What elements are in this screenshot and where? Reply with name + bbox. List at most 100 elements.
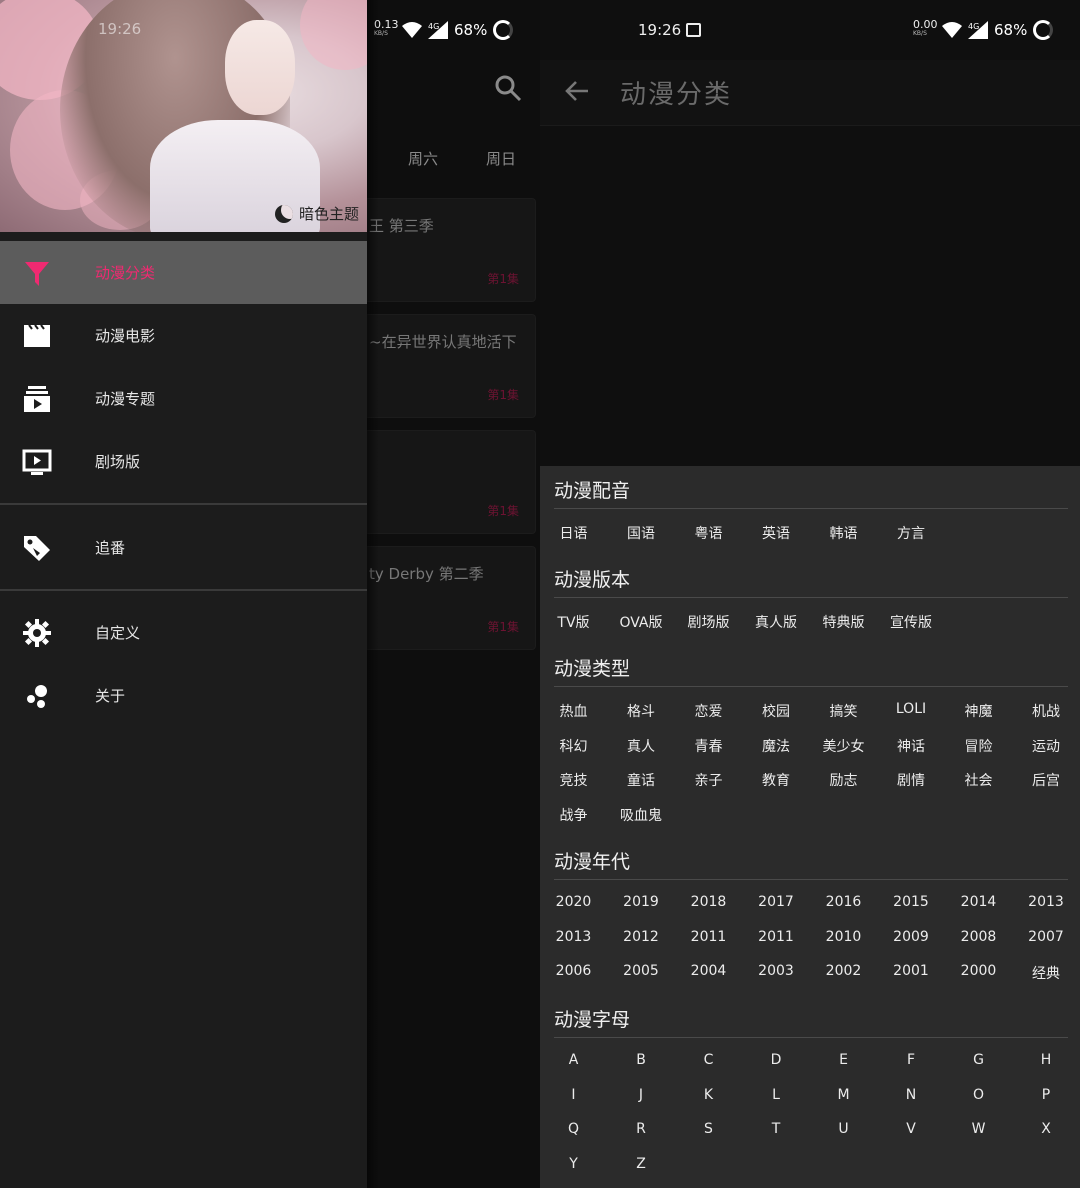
filter-option[interactable]: U <box>810 1121 877 1137</box>
filter-option[interactable]: 恋爱 <box>675 701 742 721</box>
filter-option[interactable]: 机战 <box>1013 701 1080 721</box>
filter-option[interactable]: 社会 <box>945 770 1012 790</box>
filter-option[interactable]: 真人 <box>608 736 675 756</box>
filter-option[interactable]: 热血 <box>540 701 607 721</box>
menu-item-custom[interactable]: 自定义 <box>0 601 367 664</box>
filter-option[interactable]: 青春 <box>675 736 742 756</box>
filter-option[interactable]: 经典 <box>1013 963 1080 983</box>
filter-option[interactable]: 国语 <box>608 523 675 543</box>
filter-option[interactable]: 运动 <box>1013 736 1080 756</box>
filter-option[interactable]: TV版 <box>540 612 607 632</box>
filter-option[interactable]: 2013 <box>540 929 607 945</box>
filter-option[interactable]: 2000 <box>945 963 1012 979</box>
filter-option[interactable]: 2017 <box>743 894 810 910</box>
anime-card[interactable]: 第1集 <box>352 430 536 534</box>
anime-card[interactable]: ~在异世界认真地活下 第1集 <box>352 314 536 418</box>
filter-option[interactable]: 2001 <box>878 963 945 979</box>
filter-option[interactable]: 宣传版 <box>878 612 945 632</box>
filter-option[interactable]: 剧情 <box>878 770 945 790</box>
filter-option[interactable]: C <box>675 1052 742 1068</box>
filter-option[interactable]: Z <box>608 1156 675 1172</box>
filter-option[interactable]: H <box>1013 1052 1080 1068</box>
filter-option[interactable]: 2005 <box>608 963 675 979</box>
filter-option[interactable]: 2008 <box>945 929 1012 945</box>
filter-option[interactable]: 2015 <box>878 894 945 910</box>
filter-option[interactable]: 2011 <box>675 929 742 945</box>
filter-option[interactable]: E <box>810 1052 877 1068</box>
filter-option[interactable]: W <box>945 1121 1012 1137</box>
filter-option[interactable]: 韩语 <box>810 523 877 543</box>
filter-option[interactable]: 教育 <box>743 770 810 790</box>
filter-option[interactable]: V <box>878 1121 945 1137</box>
filter-option[interactable]: 格斗 <box>608 701 675 721</box>
anime-card[interactable]: 王 第三季 第1集 <box>352 198 536 302</box>
filter-option[interactable]: 2009 <box>878 929 945 945</box>
filter-option[interactable]: P <box>1013 1087 1080 1103</box>
filter-option[interactable]: 亲子 <box>675 770 742 790</box>
filter-option[interactable]: N <box>878 1087 945 1103</box>
filter-option[interactable]: 2014 <box>945 894 1012 910</box>
filter-option[interactable]: 2011 <box>743 929 810 945</box>
filter-option[interactable]: 神魔 <box>945 701 1012 721</box>
menu-item-theatrical[interactable]: 剧场版 <box>0 430 367 493</box>
filter-option[interactable]: 吸血鬼 <box>608 805 675 825</box>
filter-option[interactable]: K <box>675 1087 742 1103</box>
filter-option[interactable]: 真人版 <box>743 612 810 632</box>
filter-option[interactable]: 特典版 <box>810 612 877 632</box>
filter-option[interactable]: 科幻 <box>540 736 607 756</box>
search-icon[interactable] <box>494 74 522 102</box>
filter-option[interactable]: 英语 <box>743 523 810 543</box>
filter-option[interactable]: LOLI <box>878 701 945 717</box>
dark-theme-toggle[interactable]: 暗色主题 <box>274 203 359 224</box>
filter-option[interactable]: Q <box>540 1121 607 1137</box>
filter-option[interactable]: G <box>945 1052 1012 1068</box>
filter-option[interactable]: R <box>608 1121 675 1137</box>
filter-option[interactable]: 后宫 <box>1013 770 1080 790</box>
filter-option[interactable]: 2012 <box>608 929 675 945</box>
filter-option[interactable]: J <box>608 1087 675 1103</box>
filter-option[interactable]: F <box>878 1052 945 1068</box>
menu-item-anime-topic[interactable]: 动漫专题 <box>0 367 367 430</box>
filter-option[interactable]: T <box>743 1121 810 1137</box>
filter-option[interactable]: D <box>743 1052 810 1068</box>
filter-option[interactable]: 2010 <box>810 929 877 945</box>
filter-option[interactable]: 2002 <box>810 963 877 979</box>
filter-option[interactable]: O <box>945 1087 1012 1103</box>
filter-option[interactable]: 粤语 <box>675 523 742 543</box>
tab-saturday[interactable]: 周六 <box>408 148 438 169</box>
filter-option[interactable]: 魔法 <box>743 736 810 756</box>
filter-option[interactable]: 冒险 <box>945 736 1012 756</box>
anime-card[interactable]: ty Derby 第二季 第1集 <box>352 546 536 650</box>
filter-option[interactable]: 2016 <box>810 894 877 910</box>
filter-option[interactable]: B <box>608 1052 675 1068</box>
filter-option[interactable]: 2019 <box>608 894 675 910</box>
filter-option[interactable]: 2018 <box>675 894 742 910</box>
filter-option[interactable]: 校园 <box>743 701 810 721</box>
filter-option[interactable]: 竞技 <box>540 770 607 790</box>
filter-option[interactable]: 美少女 <box>810 736 877 756</box>
menu-item-anime-movie[interactable]: 动漫电影 <box>0 304 367 367</box>
tab-sunday[interactable]: 周日 <box>486 148 516 169</box>
filter-option[interactable]: 励志 <box>810 770 877 790</box>
filter-option[interactable]: 2003 <box>743 963 810 979</box>
filter-option[interactable]: 搞笑 <box>810 701 877 721</box>
filter-option[interactable]: S <box>675 1121 742 1137</box>
menu-item-follow[interactable]: 追番 <box>0 516 367 579</box>
filter-option[interactable]: M <box>810 1087 877 1103</box>
filter-option[interactable]: L <box>743 1087 810 1103</box>
filter-option[interactable]: Y <box>540 1156 607 1172</box>
filter-option[interactable]: 神话 <box>878 736 945 756</box>
filter-option[interactable]: 剧场版 <box>675 612 742 632</box>
filter-option[interactable]: 2006 <box>540 963 607 979</box>
filter-option[interactable]: OVA版 <box>608 612 675 632</box>
filter-option[interactable]: 战争 <box>540 805 607 825</box>
filter-option[interactable]: I <box>540 1087 607 1103</box>
filter-option[interactable]: 2004 <box>675 963 742 979</box>
filter-option[interactable]: 2020 <box>540 894 607 910</box>
menu-item-about[interactable]: 关于 <box>0 664 367 727</box>
filter-option[interactable]: A <box>540 1052 607 1068</box>
filter-option[interactable]: 方言 <box>878 523 945 543</box>
back-arrow-icon[interactable] <box>564 78 590 104</box>
filter-option[interactable]: 日语 <box>540 523 607 543</box>
filter-option[interactable]: 2013 <box>1013 894 1080 910</box>
